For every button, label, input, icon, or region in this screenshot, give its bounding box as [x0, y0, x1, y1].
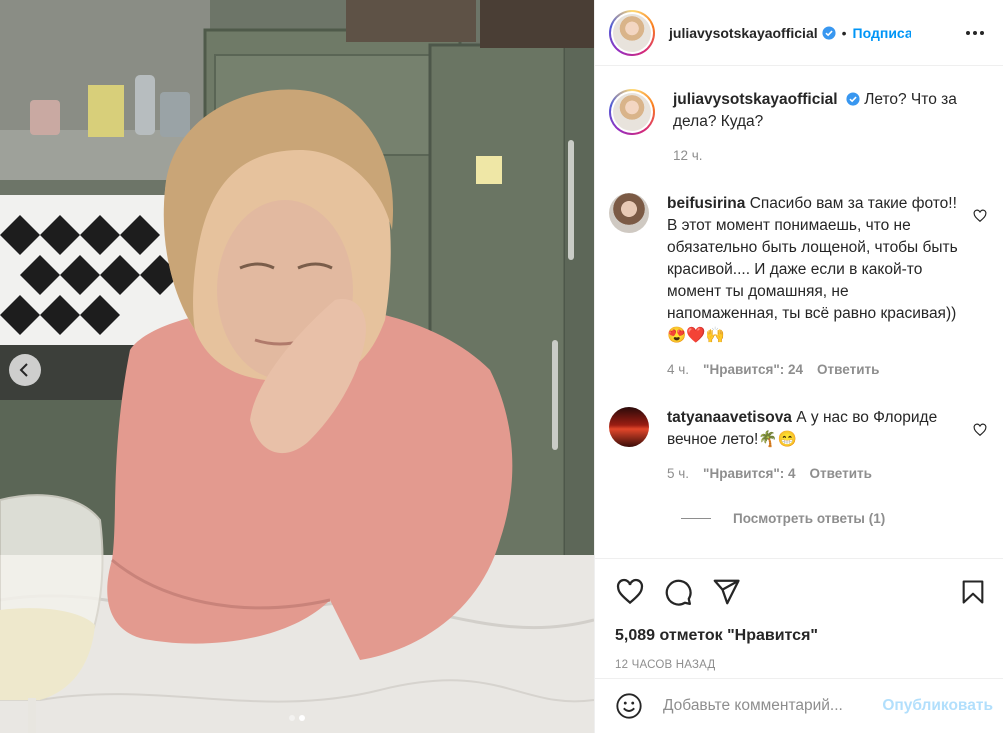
- carousel-prev-button[interactable]: [9, 354, 41, 386]
- emoji-picker-button[interactable]: [615, 692, 643, 720]
- comment-like-heart-icon[interactable]: [973, 423, 987, 437]
- smiley-icon: [616, 693, 642, 719]
- comment-like-heart-icon[interactable]: [973, 209, 987, 223]
- heart-icon[interactable]: [615, 577, 645, 607]
- comment-item: tatyanaavetisova А у нас во Флориде вечн…: [609, 407, 987, 485]
- post-date[interactable]: 12 ЧАСОВ НАЗАД: [615, 659, 987, 671]
- tile-backsplash: [0, 195, 190, 345]
- comment-bubble-icon[interactable]: [663, 577, 693, 607]
- carousel-indicators: [289, 715, 305, 721]
- caption-comment: juliavysotskaya​official Лето? Что за де…: [609, 67, 987, 167]
- separator-bullet: •: [841, 24, 847, 41]
- post-actions: 5,089 отметок "Нравится" 12 ЧАСОВ НАЗАД: [595, 558, 1003, 671]
- add-comment-bar: Опубликовать: [595, 678, 1003, 733]
- carousel-dot: [289, 715, 295, 721]
- post-header: juliavysotskaya​official • Подписаться: [595, 0, 1003, 66]
- comment-username[interactable]: beifusirina: [667, 195, 745, 212]
- chevron-left-icon: [19, 363, 28, 377]
- caption-time[interactable]: 12 ч.: [673, 145, 703, 167]
- publish-button[interactable]: Опубликовать: [882, 697, 993, 715]
- comment-time[interactable]: 5 ч.: [667, 463, 689, 485]
- comment-likes[interactable]: "Нравится": 24: [703, 359, 803, 381]
- caption-author-avatar[interactable]: [609, 89, 655, 135]
- view-replies-label: Посмотреть ответы (1): [733, 511, 886, 526]
- commenter-avatar[interactable]: [609, 407, 649, 447]
- caption-username[interactable]: juliavysotskaya​official: [673, 91, 838, 108]
- follow-button[interactable]: Подписаться: [853, 25, 911, 41]
- bookmark-icon[interactable]: [959, 578, 987, 606]
- photo-illustration: [0, 0, 594, 733]
- commenter-avatar[interactable]: [609, 193, 649, 233]
- replies-divider: [681, 518, 711, 519]
- comment-item: beifusirina Спасибо вам за такие фото!! …: [609, 193, 987, 381]
- view-replies-button[interactable]: Посмотреть ответы (1): [681, 511, 987, 526]
- comment-input[interactable]: [663, 697, 883, 715]
- author-username[interactable]: juliavysotskaya​official: [669, 25, 818, 41]
- comment-username[interactable]: tatyanaavetisova: [667, 409, 792, 426]
- comment-likes[interactable]: "Нравится": 4: [703, 463, 795, 485]
- comment-time[interactable]: 4 ч.: [667, 359, 689, 381]
- more-options-button[interactable]: [963, 21, 987, 45]
- verified-badge-icon: [846, 92, 860, 106]
- comments-list[interactable]: juliavysotskaya​official Лето? Что за де…: [595, 67, 1003, 557]
- verified-badge-icon: [822, 25, 836, 40]
- reply-button[interactable]: Ответить: [810, 463, 872, 485]
- paper-plane-icon[interactable]: [711, 577, 741, 607]
- post-sidebar: juliavysotskaya​official • Подписаться j…: [594, 0, 1003, 733]
- author-avatar[interactable]: [609, 9, 655, 56]
- carousel-dot-active: [299, 715, 305, 721]
- post-photo[interactable]: [0, 0, 594, 733]
- likes-count[interactable]: 5,089 отметок "Нравится": [615, 627, 987, 645]
- more-horizontal-icon: [966, 30, 984, 35]
- comment-text: Спасибо вам за такие фото!! В этот момен…: [667, 195, 958, 344]
- reply-button[interactable]: Ответить: [817, 359, 879, 381]
